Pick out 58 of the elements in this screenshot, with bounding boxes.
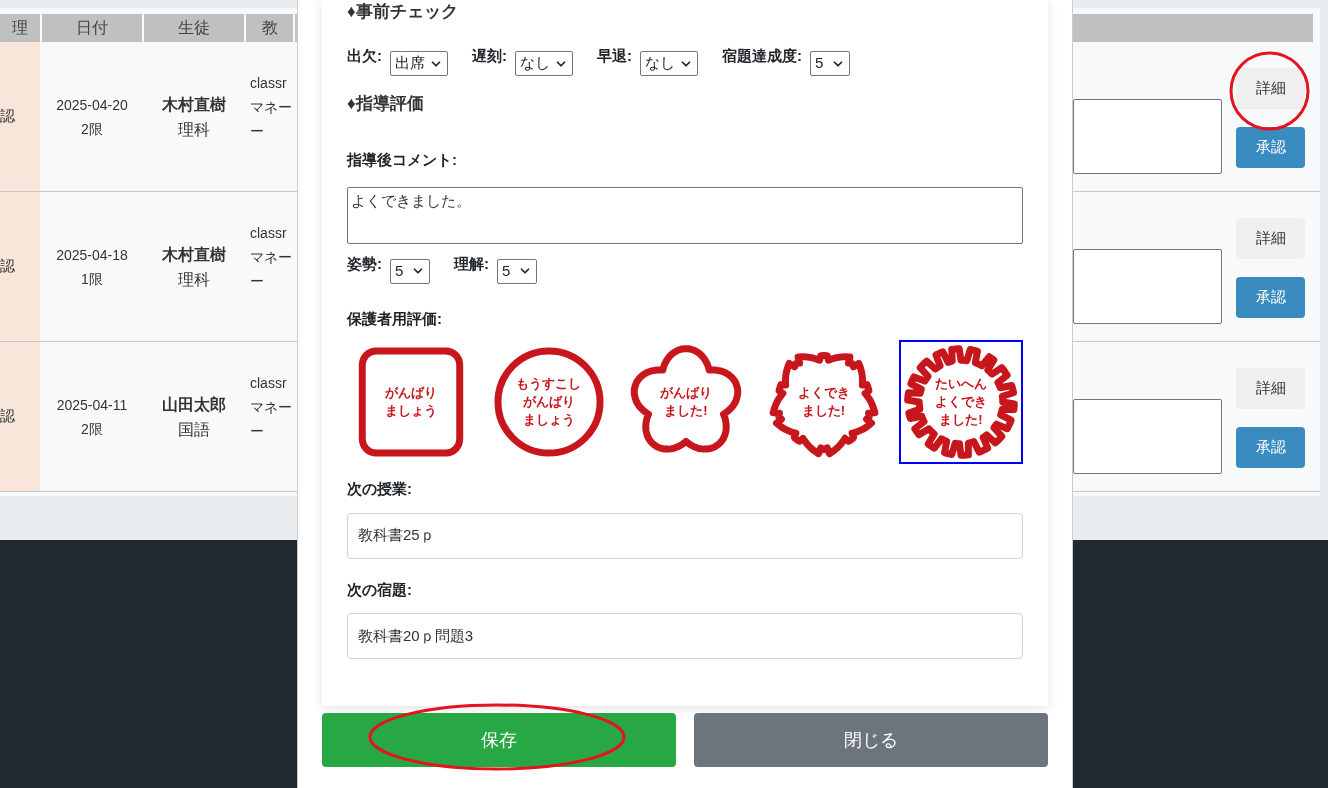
table-cell-text: 山田太郎 国語 <box>161 394 227 440</box>
stamp-text: がんばり ました! <box>660 384 712 420</box>
close-button[interactable]: 閉じる <box>694 713 1048 767</box>
field-label: 次の授業: <box>347 479 413 499</box>
table-cell-text: classr マネー ー <box>249 73 293 141</box>
stamp-outline-icon <box>903 344 1019 460</box>
text-field[interactable]: 教科書20ｐ問題3 <box>347 613 1023 659</box>
detail-button[interactable]: 詳細 <box>1236 217 1305 259</box>
field-label: 宿題達成度: <box>722 46 802 66</box>
table-cell-text: classr マネー ー <box>249 373 293 441</box>
table-cell-text: 木村直樹 理科 <box>161 244 227 290</box>
field-label: 姿勢: <box>347 253 382 274</box>
table-cell-text: 2025-04-11 2限 <box>55 395 129 439</box>
stamp-option[interactable]: がんばり ました! <box>624 340 748 464</box>
column-header: 教 <box>246 14 293 42</box>
table-cell: 認 <box>0 42 40 191</box>
column-header: 理 <box>0 14 40 42</box>
section-heading: ♦指導評価 <box>347 93 425 115</box>
field-label: 保護者用評価: <box>347 308 443 329</box>
select-field[interactable]: なし <box>640 51 698 76</box>
table-cell: 認 <box>0 342 40 491</box>
table-cell: 認 <box>0 192 40 341</box>
stamp-option[interactable]: よくでき ました! <box>761 340 886 464</box>
field-label: 出欠: <box>347 46 382 66</box>
detail-button[interactable]: 詳細 <box>1236 67 1305 109</box>
detail-button[interactable]: 詳細 <box>1236 367 1305 409</box>
field-label: 指導後コメント: <box>347 150 458 170</box>
field-label: 次の宿題: <box>347 579 413 600</box>
stamp-text: もうすこし がんばり ましょう <box>516 375 581 429</box>
stamp-option[interactable]: たいへん よくでき ました! <box>899 340 1023 464</box>
approve-button[interactable]: 承認 <box>1236 126 1305 168</box>
stamp-option[interactable]: がんばり ましょう <box>349 340 473 464</box>
field-label: 理解: <box>454 253 489 274</box>
section-heading: ♦事前チェック <box>347 1 459 23</box>
remark-field[interactable] <box>1073 399 1222 474</box>
approve-button[interactable]: 承認 <box>1236 426 1305 468</box>
table-cell-text: 2025-04-18 1限 <box>55 245 129 289</box>
stamp-text: がんばり ましょう <box>385 384 437 420</box>
stamp-text: たいへん よくでき ました! <box>935 375 987 429</box>
select-field[interactable]: 5 <box>390 258 430 284</box>
select-field[interactable]: なし <box>515 51 573 76</box>
table-cell-text: 2025-04-20 2限 <box>55 95 129 139</box>
stamp-option[interactable]: もうすこし がんばり ましょう <box>486 340 611 464</box>
remark-field[interactable] <box>1073 249 1222 324</box>
select-field[interactable]: 5 <box>810 51 850 76</box>
stamp-text: よくでき ました! <box>797 384 850 420</box>
remark-field[interactable] <box>1073 99 1222 174</box>
column-header: 日付 <box>42 14 142 42</box>
select-field[interactable]: 5 <box>497 258 537 284</box>
field-label: 早退: <box>597 46 632 66</box>
comment-field[interactable]: よくできました。 <box>347 186 1023 244</box>
column-header: 生徒 <box>144 14 244 42</box>
table-cell-text: 木村直樹 理科 <box>161 94 227 140</box>
text-field[interactable]: 教科書25ｐ <box>347 512 1023 559</box>
select-field[interactable]: 出席 <box>390 51 448 76</box>
approve-button[interactable]: 承認 <box>1236 276 1305 318</box>
table-cell-text: classr マネー ー <box>249 223 293 291</box>
field-label: 遅刻: <box>472 46 507 66</box>
